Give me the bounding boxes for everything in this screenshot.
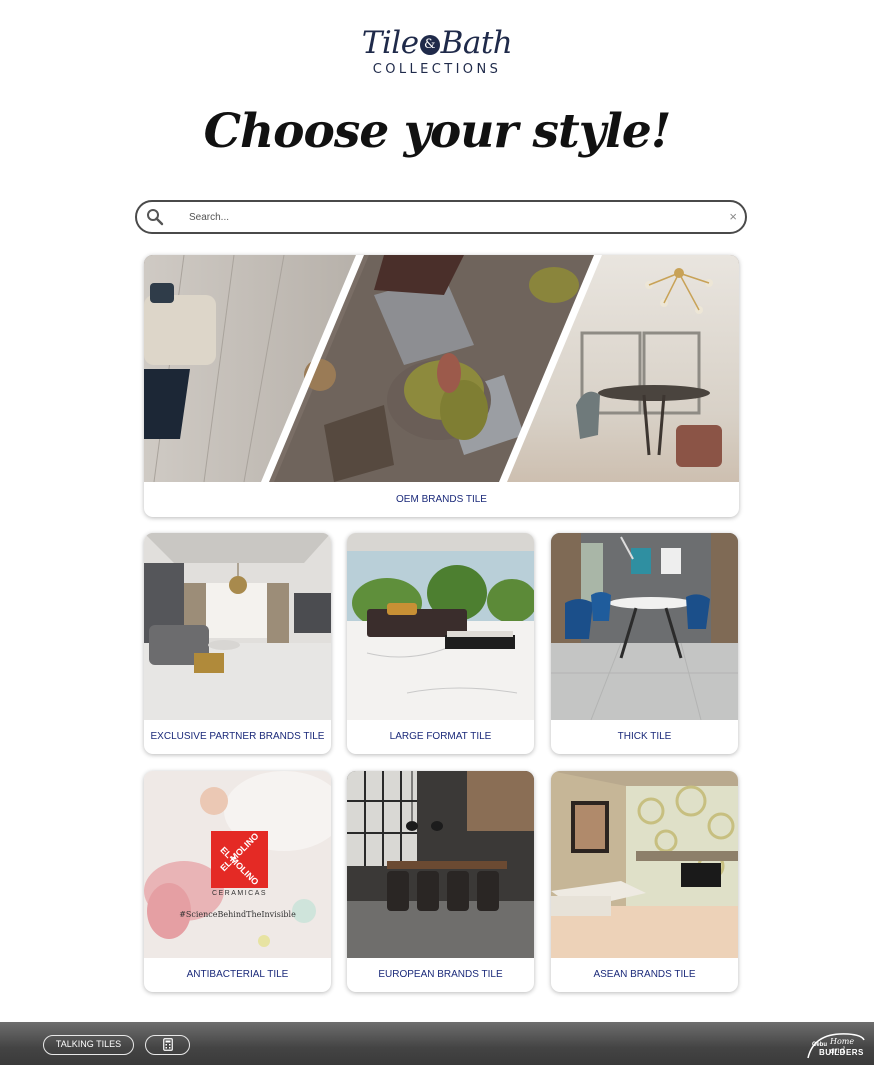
category-card-large-format[interactable]: LARGE FORMAT TILE (347, 533, 534, 754)
logo-ampersand: & (419, 35, 440, 55)
el-molino-logo: EL MOLINO EL MOLINO (218, 830, 261, 888)
logo-subtitle: COLLECTIONS (372, 62, 502, 77)
category-image-thick (551, 533, 738, 720)
calculator-button[interactable] (145, 1035, 190, 1055)
category-image-european (347, 771, 534, 958)
cebu-home-builders-logo: Cebu Home and BUILDERS (806, 1030, 866, 1060)
category-label: OEM BRANDS TILE (396, 494, 487, 505)
category-label: ASEAN BRANDS TILE (593, 969, 696, 980)
category-label: THICK TILE (617, 731, 672, 742)
category-label: LARGE FORMAT TILE (389, 731, 492, 742)
page-title: Choose your style! (203, 104, 672, 159)
category-card-european[interactable]: EUROPEAN BRANDS TILE (347, 771, 534, 992)
category-card-exclusive-partner[interactable]: EXCLUSIVE PARTNER BRANDS TILE (144, 533, 331, 754)
brand-logo: Tile & Bath COLLECTIONS (0, 26, 874, 77)
category-image-asean (551, 771, 738, 958)
clear-search-icon[interactable]: × (729, 208, 737, 226)
category-card-oem[interactable]: OEM BRANDS TILE (144, 255, 739, 517)
category-label: EUROPEAN BRANDS TILE (378, 969, 503, 980)
category-label: EXCLUSIVE PARTNER BRANDS TILE (150, 731, 325, 742)
category-image-antibacterial: EL MOLINO EL MOLINO CERAMICAS #ScienceBe… (144, 771, 331, 958)
talking-tiles-button[interactable]: TALKING TILES (43, 1035, 134, 1055)
category-image-large-format (347, 533, 534, 720)
search-icon[interactable] (146, 208, 164, 226)
hashtag-text: #ScienceBehindTheInvisible (179, 910, 296, 919)
category-label: ANTIBACTERIAL TILE (186, 969, 289, 980)
category-image-exclusive-partner (144, 533, 331, 720)
logo-wordmark: Tile & Bath (361, 25, 513, 61)
calculator-icon (162, 1038, 173, 1051)
search-bar: × (135, 200, 747, 234)
search-input[interactable] (189, 206, 709, 228)
category-card-antibacterial[interactable]: EL MOLINO EL MOLINO CERAMICAS #ScienceBe… (144, 771, 331, 992)
bottom-toolbar: TALKING TILES Cebu Home and BUILDERS (0, 1022, 874, 1065)
category-card-asean[interactable]: ASEAN BRANDS TILE (551, 771, 738, 992)
category-card-thick[interactable]: THICK TILE (551, 533, 738, 754)
category-image-oem (144, 255, 739, 482)
brand-subtitle: CERAMICAS (211, 890, 268, 897)
